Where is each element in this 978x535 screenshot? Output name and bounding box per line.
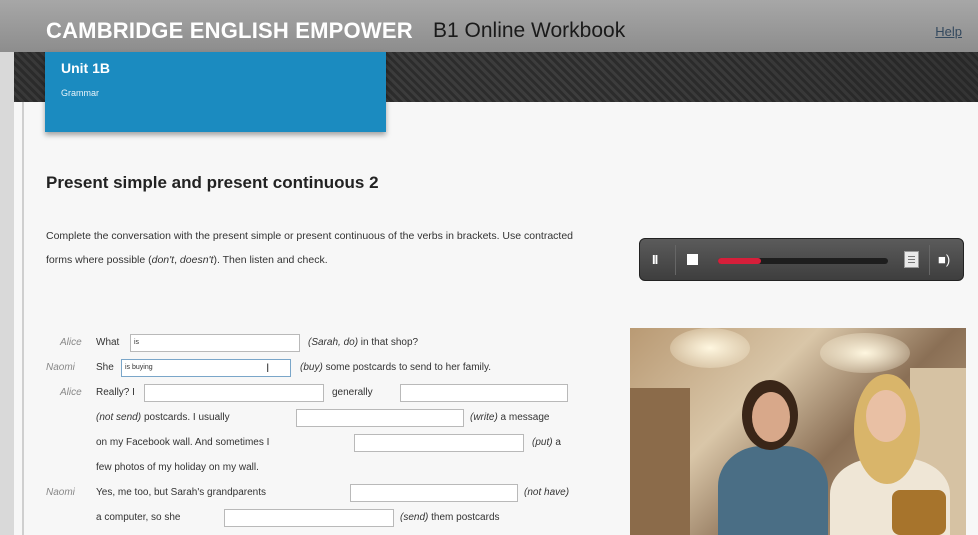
verb-hint: (send) them postcards xyxy=(400,508,500,528)
verb-hint: (not send) xyxy=(96,412,142,423)
photo-shop-shelf xyxy=(630,388,690,535)
photo-handbag xyxy=(892,490,946,535)
dialog-line: few photos of my holiday on my wall. xyxy=(46,458,606,478)
photo-person-body xyxy=(718,446,828,535)
dialog-text: Yes, me too, but Sarah's grandparents xyxy=(96,487,266,498)
dialog-line: Naomi Yes, me too, but Sarah's grandpare… xyxy=(46,483,606,503)
audio-progress-bar[interactable] xyxy=(718,258,888,264)
unit-title: Unit 1B xyxy=(61,60,110,76)
verb-hint: (buy) some postcards to send to her fami… xyxy=(300,358,491,378)
dialog-text: She xyxy=(96,362,114,373)
verb-hint: (Sarah, do) in that shop? xyxy=(308,333,418,353)
answer-field[interactable] xyxy=(350,484,518,502)
transcript-icon[interactable] xyxy=(904,251,919,268)
verb-hint: (write) a message xyxy=(470,408,549,428)
verb-hint-text: (Sarah, do) xyxy=(308,337,359,348)
dialog-text: postcards. I usually xyxy=(144,412,230,423)
instructions: Complete the conversation with the prese… xyxy=(46,224,601,272)
photo-person-face xyxy=(752,392,790,442)
answer-field[interactable] xyxy=(224,509,394,527)
answer-field[interactable]: is xyxy=(130,334,300,352)
instructions-example: don't xyxy=(151,254,175,266)
photo-light xyxy=(820,333,910,373)
stop-icon[interactable] xyxy=(687,254,698,265)
dialog-line: (not send) postcards. I usually (write) … xyxy=(46,408,606,428)
dialog-line: Alice Really? I generally xyxy=(46,383,606,403)
dialog-text: them postcards xyxy=(428,512,500,523)
verb-hint-text: (put) xyxy=(532,437,553,448)
shopping-photo xyxy=(630,328,966,535)
verb-hint: (not have) xyxy=(524,487,570,498)
dialog-text: a message xyxy=(497,412,550,423)
dialog-line: a computer, so she (send) them postcards xyxy=(46,508,606,528)
dialog-text: in that shop? xyxy=(358,337,419,348)
dialog-text: some postcards to send to her family. xyxy=(322,362,492,373)
instructions-text: ). Then listen and check. xyxy=(213,254,328,266)
divider xyxy=(929,245,930,275)
dialog-text: Really? I xyxy=(96,387,135,398)
left-margin xyxy=(0,52,14,535)
exercise-title: Present simple and present continuous 2 xyxy=(46,173,379,192)
audio-progress-fill xyxy=(718,258,761,264)
instructions-example: doesn't xyxy=(179,254,214,266)
left-divider xyxy=(22,102,24,535)
speaker-name: Naomi xyxy=(46,362,75,373)
answer-field[interactable] xyxy=(400,384,568,402)
text-cursor-icon: I xyxy=(266,361,270,375)
workbook-title: B1 Online Workbook xyxy=(433,19,626,42)
verb-hint-text: (send) xyxy=(400,512,429,523)
dialog-text: generally xyxy=(332,387,373,398)
unit-tab: Unit 1B Grammar xyxy=(45,52,386,132)
volume-icon[interactable]: ■) xyxy=(938,251,950,269)
dialog-line: Naomi She is buying I (buy) some postcar… xyxy=(46,358,606,378)
help-link[interactable]: Help xyxy=(935,24,962,39)
speaker-name: Naomi xyxy=(46,487,75,498)
audio-player: II ■) xyxy=(639,238,964,281)
divider xyxy=(675,245,676,275)
speaker-name: Alice xyxy=(60,337,82,348)
pause-icon[interactable]: II xyxy=(652,251,658,269)
verb-hint: (put) a xyxy=(532,433,561,453)
photo-person-face xyxy=(866,390,906,442)
verb-hint-text: (write) xyxy=(470,412,498,423)
app-header: CAMBRIDGE ENGLISH EMPOWER B1 Online Work… xyxy=(0,0,978,52)
answer-field[interactable] xyxy=(296,409,464,427)
answer-field[interactable] xyxy=(354,434,524,452)
dialog-text: What xyxy=(96,337,120,348)
dialog-text: a xyxy=(552,437,561,448)
answer-field[interactable] xyxy=(144,384,324,402)
dialog-text: few photos of my holiday on my wall. xyxy=(96,462,259,473)
verb-hint-text: (buy) xyxy=(300,362,323,373)
dialog-line: Alice What is (Sarah, do) in that shop? xyxy=(46,333,606,353)
dialog-text: on my Facebook wall. And sometimes I xyxy=(96,437,270,448)
photo-light xyxy=(670,328,750,368)
speaker-name: Alice xyxy=(60,387,82,398)
brand-title: CAMBRIDGE ENGLISH EMPOWER xyxy=(46,18,413,43)
dialog-line: on my Facebook wall. And sometimes I (pu… xyxy=(46,433,606,453)
dialog-text: a computer, so she xyxy=(96,512,181,523)
unit-subtitle: Grammar xyxy=(61,88,99,98)
